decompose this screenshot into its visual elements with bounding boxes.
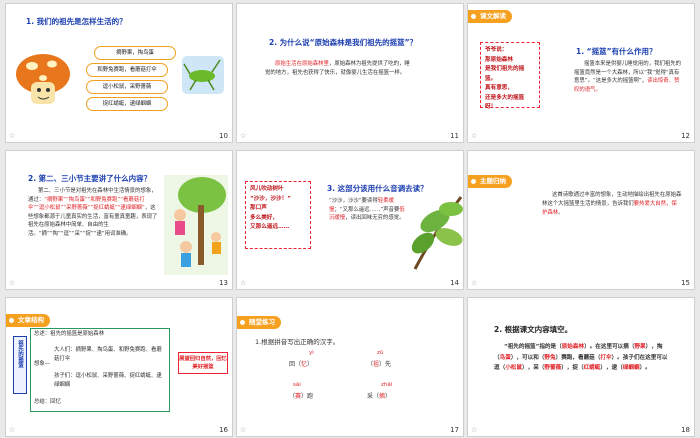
structure-line: 总述：祖先的摇篮是原始森林 — [34, 331, 105, 337]
answer-text: ，读出回味无穷的感觉。 — [345, 215, 405, 222]
poem-line: 是我们祖先的摇篮。 — [485, 66, 525, 82]
question-title: 2. 根据课文内容填空。 — [494, 325, 573, 334]
pinyin: zǔ — [377, 350, 384, 356]
slide-number: 10 — [219, 132, 228, 140]
question-title: 1. “摇篮”有什么作用？ — [576, 47, 657, 56]
structure-side-box: 祖先的摇篮 — [13, 336, 27, 394]
slide-thumbnail-16[interactable]: 文章结构 祖先的摇篮 总述：祖先的摇篮是原始森林 想象— 大人们：摘野果、掏鸟蛋… — [5, 297, 233, 437]
question-title: 1. 我们的祖先是怎样生活的？ — [26, 17, 127, 26]
answer-highlight: 原始生活在原始森林里 — [275, 61, 329, 67]
section-label: 文章结构 — [6, 314, 50, 327]
poem-line: 那原始森林 — [485, 56, 513, 63]
section-label: 随堂练习 — [237, 316, 281, 329]
answer-paragraph: 摇篮本来是供婴儿睡觉用的，我们祖先的摇篮竟然是一个大森林，所以“我”觉得“真有意… — [574, 60, 684, 94]
poem-line: 那口声 — [250, 205, 267, 211]
bubble-item-3: 逗小松鼠，采野蔷薇 — [86, 80, 168, 94]
theme-text: 展望回归自然，回忆美好摇篮 — [179, 356, 227, 370]
answer-blank: 野兔 — [544, 354, 556, 361]
mushroom-house-illustration — [16, 54, 70, 104]
poem-line: “沙沙，沙沙！” — [250, 195, 291, 202]
pinyin: zhāi — [381, 382, 393, 388]
structure-line: 大人们：摘野果、掏鸟蛋、和野兔赛跑、看蘑菇打伞 — [54, 347, 162, 362]
slide-thumbnail-10[interactable]: 1. 我们的祖先是怎样生活的？ 摘野果，掏鸟蛋 和野兔赛跑，看蘑菇打伞 逗小松鼠… — [5, 3, 233, 143]
poem-line: 风儿吹动树叶 — [250, 186, 284, 192]
slide-icon: ☆ — [471, 132, 478, 140]
structure-line: 想象— — [34, 361, 51, 367]
slide-thumbnail-14[interactable]: 风儿吹动树叶 “沙沙，沙沙！” 那口声 多么美好， 又那么遥远…… 3. 这部分… — [236, 150, 464, 290]
bubble-item-1: 摘野果，掏鸟蛋 — [94, 46, 176, 60]
answer-blank: 打伞 — [600, 354, 612, 361]
exercise-item: （祖）先 — [367, 361, 392, 368]
section-label: 课文解读 — [468, 10, 512, 23]
answer-blank: 红蜻蜓 — [583, 365, 601, 371]
slide-icon: ☆ — [240, 279, 247, 287]
question-title: 2. 第二、三小节主要讲了什么内容？ — [28, 174, 152, 183]
answer-blank: 小松鼠 — [505, 365, 522, 371]
theme-box: 展望回归自然，回忆美好摇篮 — [178, 352, 228, 374]
poem-line: 又那么遥远…… — [250, 224, 290, 230]
slide-icon: ☆ — [240, 426, 247, 434]
bubble-item-2: 和野兔赛跑，看蘑菇打伞 — [86, 63, 168, 77]
slide-number: 12 — [681, 132, 690, 140]
grasshopper-illustration — [182, 56, 224, 94]
poem-line: 还是多大的摇篮呀！ — [485, 94, 525, 111]
slide-number: 17 — [450, 426, 459, 434]
pinyin: sài — [293, 382, 301, 388]
slide-number: 16 — [219, 426, 228, 434]
exercise-item: 采（摘） — [367, 393, 392, 400]
exercise-item: 回（忆） — [289, 361, 314, 368]
slide-thumbnail-17[interactable]: 随堂练习 1.根据拼音写出正确的汉字。 yì 回（忆） zǔ （祖）先 sài … — [236, 297, 464, 437]
slide-icon: ☆ — [240, 132, 247, 140]
slide-number: 11 — [450, 132, 459, 140]
answer-blank: 原始森林 — [561, 344, 585, 350]
answer-blank: 鸟蛋 — [499, 354, 511, 361]
question-title: 2. 为什么说“原始森林是我们祖先的摇篮”？ — [269, 38, 418, 47]
poem-excerpt-box: 风儿吹动树叶 “沙沙，沙沙！” 那口声 多么美好， 又那么遥远…… — [245, 181, 311, 249]
answer-blank: 野蔷薇 — [544, 365, 562, 371]
slide-icon: ☆ — [471, 279, 478, 287]
exercise-item: （赛）跑 — [289, 393, 314, 400]
slide-number: 13 — [219, 279, 228, 287]
slide-thumbnail-13[interactable]: 2. 第二、三小节主要讲了什么内容？ 第二、三小节是对祖先在森林中生活情景的想象… — [5, 150, 233, 290]
poem-line: 爷爷说： — [485, 47, 508, 53]
slide-number: 15 — [681, 279, 690, 287]
slide-icon: ☆ — [9, 132, 16, 140]
children-tree-illustration — [164, 175, 228, 275]
slide-number: 18 — [681, 426, 690, 434]
bubble-item-4: 捉红蜻蜓，逮绿蝈蝈 — [86, 97, 168, 111]
slide-icon: ☆ — [9, 426, 16, 434]
answer-paragraph: 原始生活在原始森林里，原始森林为祖先提供了吃的，睡觉的地方，祖先也获得了快乐，就… — [265, 60, 415, 77]
slide-thumbnail-12[interactable]: 课文解读 爷爷说： 那原始森林 是我们祖先的摇篮。 真有意思， 还是多大的摇篮呀… — [467, 3, 695, 143]
answer-highlight: “摘野果”“掏鸟蛋”“和野兔赛跑”“看蘑菇打伞”“逗小松鼠”“采野蔷薇”“捉红蜻… — [28, 196, 145, 212]
slide-icon: ☆ — [471, 426, 478, 434]
answer-paragraph: 第二、三小节是对祖先在森林中生活情景的想象，通过：“摘野果”“掏鸟蛋”“和野兔赛… — [28, 187, 158, 239]
answer-text: ；“又那么遥远……”声音要 — [334, 206, 400, 213]
branch-leaves-illustration — [411, 196, 463, 270]
pinyin: yì — [309, 350, 314, 356]
poem-line: 真有意思， — [485, 85, 513, 91]
slide-number: 14 — [450, 279, 459, 287]
slide-icon: ☆ — [9, 279, 16, 287]
answer-blank: 绿蝈蝈 — [622, 365, 640, 371]
answer-paragraph: “沙沙，沙沙”要读得轻柔缓慢；“又那么遥远……”声音要低沉缓慢，读出回味无穷的感… — [329, 197, 405, 223]
structure-line: 总结：回忆 — [34, 399, 61, 405]
exercise-instruction: 1.根据拼音写出正确的汉字。 — [255, 338, 340, 346]
slide-thumbnail-15[interactable]: 主题归纳 这首诗歌通过丰富的想象，生动地描绘出祖先在原始森林这个大摇篮里生活的情… — [467, 150, 695, 290]
answer-blank: 野果 — [634, 344, 646, 350]
fill-paragraph: “祖先的摇篮”指的是（原始森林）。在这里可以摘（野果），掏（鸟蛋），可以和（野兔… — [494, 344, 668, 371]
answer-text: 。 — [558, 210, 564, 216]
poem-excerpt-box: 爷爷说： 那原始森林 是我们祖先的摇篮。 真有意思， 还是多大的摇篮呀！ — [480, 42, 540, 110]
poem-line: 多么美好， — [250, 214, 278, 221]
slide-thumbnail-18[interactable]: 2. 根据课文内容填空。 “祖先的摇篮”指的是（原始森林）。在这里可以摘（野果）… — [467, 297, 695, 437]
answer-paragraph: 这首诗歌通过丰富的想象，生动地描绘出祖先在原始森林这个大摇篮里生活的情景，告诉我… — [542, 191, 682, 218]
structure-side-title: 祖先的摇篮 — [17, 340, 23, 368]
answer-text: “沙沙，沙沙”要读得 — [329, 198, 378, 204]
section-label: 主题归纳 — [468, 175, 512, 188]
structure-line: 孩子们：逗小松鼠、采野蔷薇、捉红蜻蜓、逮绿蝈蝈 — [54, 373, 162, 388]
slide-thumbnail-11[interactable]: 2. 为什么说“原始森林是我们祖先的摇篮”？ 原始生活在原始森林里，原始森林为祖… — [236, 3, 464, 143]
